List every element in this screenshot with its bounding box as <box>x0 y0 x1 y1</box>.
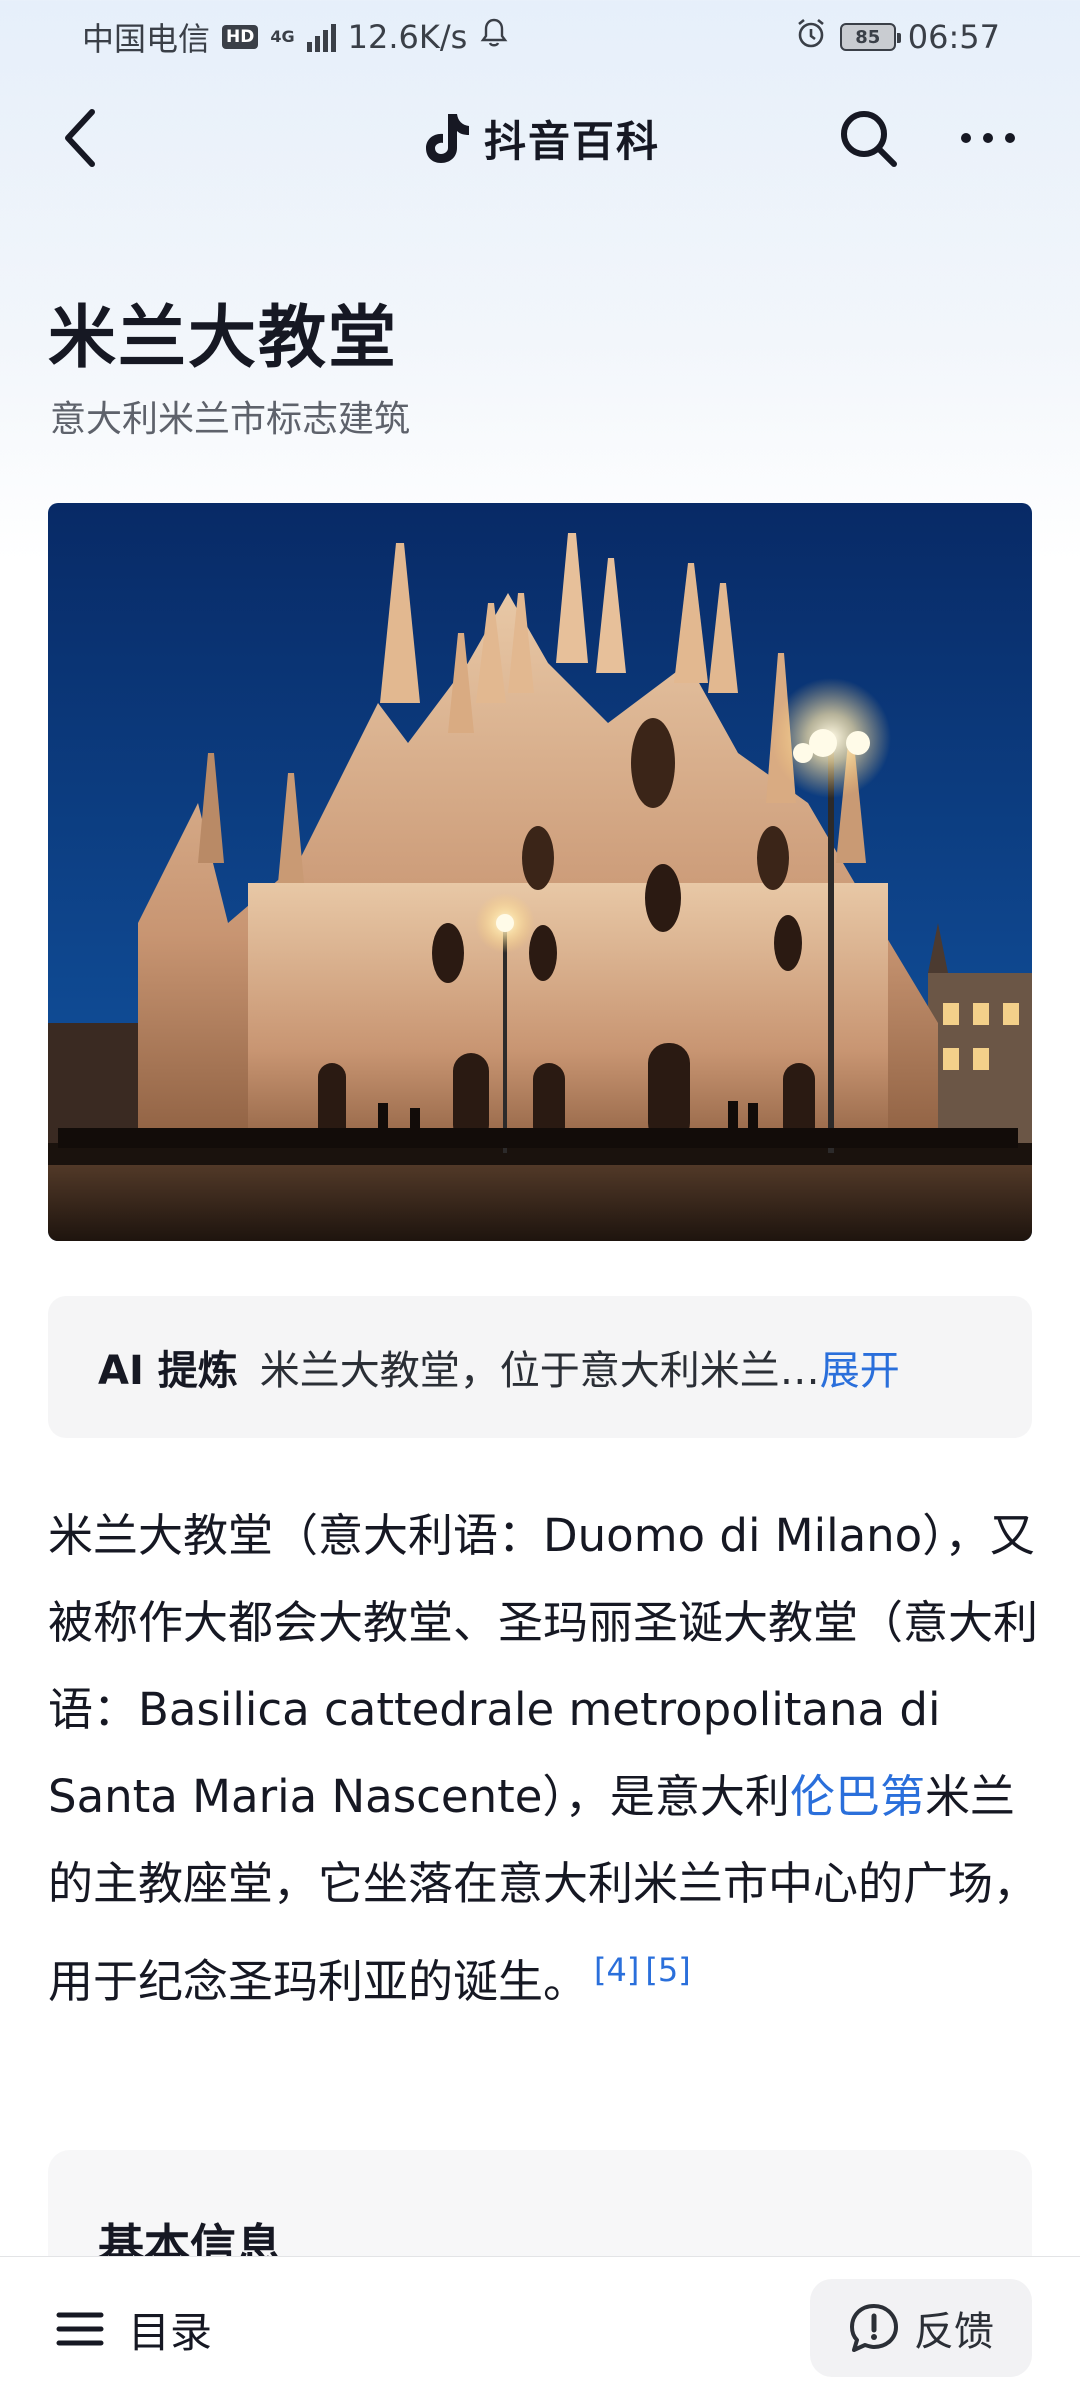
ai-summary-card[interactable]: AI 提炼 米兰大教堂，位于意大利米兰… 展开 <box>48 1296 1032 1438</box>
notification-bell-icon <box>479 17 509 57</box>
ai-summary-text: 米兰大教堂，位于意大利米兰… <box>259 1348 820 1394</box>
carrier-label: 中国电信 <box>82 20 211 58</box>
page-subtitle: 意大利米兰市标志建筑 <box>50 399 411 440</box>
more-icon <box>961 133 1015 143</box>
page-title: 米兰大教堂 <box>48 298 399 378</box>
feedback-label: 反馈 <box>914 2309 994 2355</box>
battery-icon: 85 <box>839 23 901 51</box>
ai-summary-expand-link[interactable]: 展开 <box>820 1338 900 1396</box>
table-of-contents-button[interactable]: 目录 <box>56 2293 212 2365</box>
hero-image[interactable] <box>48 503 1032 1241</box>
toc-label: 目录 <box>128 2307 213 2357</box>
alarm-icon <box>794 16 828 58</box>
bottom-bar: 目录 反馈 <box>0 2256 1080 2400</box>
ai-summary-label: AI 提炼 <box>98 1348 238 1394</box>
app-header: 抖音百科 <box>0 90 1080 186</box>
feedback-button[interactable]: 反馈 <box>810 2279 1032 2377</box>
signal-icon <box>306 22 336 52</box>
status-left: 中国电信 HD 4G 12.6K/s <box>82 14 509 60</box>
search-button[interactable] <box>832 102 904 174</box>
brand: 抖音百科 <box>0 90 1080 186</box>
reference-4-link[interactable]: [4] <box>594 1951 639 1989</box>
status-bar: 中国电信 HD 4G 12.6K/s 85 06:57 <box>0 0 1080 74</box>
intro-paragraph: 米兰大教堂（意大利语：Duomo di Milano），又被称作大都会大教堂、圣… <box>48 1492 1038 2025</box>
tiktok-logo-icon <box>425 114 469 163</box>
feedback-icon <box>850 2304 898 2352</box>
reference-5-link[interactable]: [5] <box>645 1951 690 1989</box>
hd-badge: HD <box>222 25 259 49</box>
network-speed: 12.6K/s <box>347 18 468 56</box>
cathedral-illustration <box>48 503 1032 1241</box>
network-type: 4G <box>270 27 295 46</box>
lombardy-link[interactable]: 伦巴第 <box>790 1770 925 1823</box>
more-button[interactable] <box>952 102 1024 174</box>
brand-title: 抖音百科 <box>483 116 660 166</box>
search-icon <box>841 111 897 167</box>
status-right: 85 06:57 <box>794 16 1000 58</box>
menu-icon <box>56 2312 104 2346</box>
clock: 06:57 <box>907 18 1000 56</box>
